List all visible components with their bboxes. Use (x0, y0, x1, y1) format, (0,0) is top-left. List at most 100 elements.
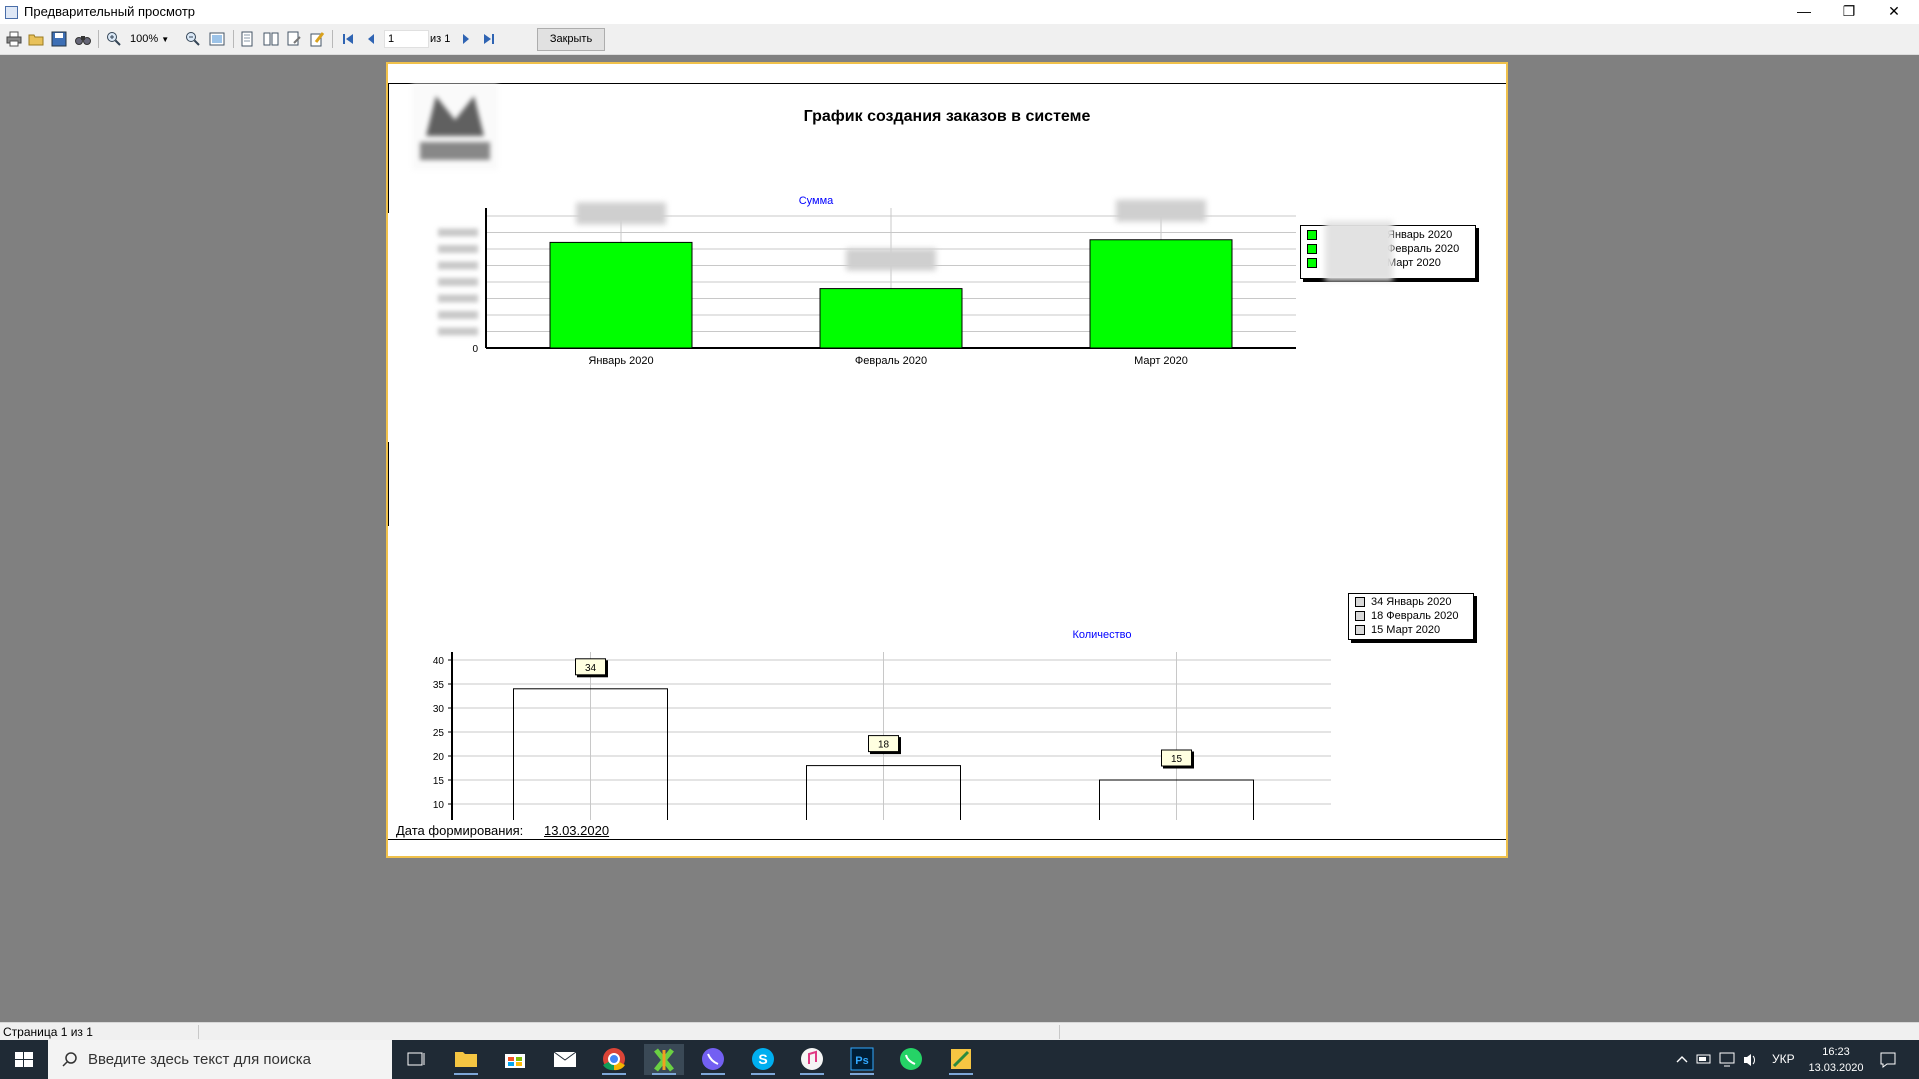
edit-icon[interactable] (309, 31, 325, 47)
search-icon (62, 1052, 77, 1067)
legend-label: 34 Январь 2020 (1371, 596, 1452, 608)
window-title: Предварительный просмотр (24, 4, 196, 19)
report-title: График создания заказов в системе (803, 108, 1091, 125)
viber-icon[interactable] (693, 1044, 733, 1075)
svg-text:Ps: Ps (855, 1055, 868, 1067)
y-tick-label: 10 (433, 800, 445, 811)
svg-text:S: S (758, 1051, 767, 1067)
legend-label: Март 2020 (1387, 257, 1441, 269)
x-tick-label: Март 2020 (1134, 355, 1188, 367)
taskbar-search[interactable]: Введите здесь текст для поиска (48, 1040, 392, 1079)
redacted-tick-label (438, 278, 478, 286)
notifications-icon[interactable] (1876, 1040, 1900, 1079)
legend-swatch (1307, 230, 1317, 241)
status-bar: Страница 1 из 1 (0, 1022, 1919, 1041)
redacted-value-label (1116, 199, 1206, 222)
open-icon[interactable] (28, 31, 44, 47)
report-page: График создания заказов в системе Сумма 0… (386, 62, 1508, 858)
save-icon[interactable] (51, 31, 67, 47)
legend-swatch (1307, 258, 1317, 269)
title-bar: Предварительный просмотр — ❐ ✕ (0, 0, 1919, 24)
clock-time: 16:23 (1822, 1046, 1850, 1058)
y-tick-label: 35 (433, 680, 445, 691)
sum-chart-title: Сумма (799, 195, 834, 207)
find-icon[interactable] (75, 31, 91, 47)
data-label: 34 (585, 663, 597, 674)
close-window-button[interactable]: ✕ (1871, 0, 1917, 24)
one-page-icon[interactable] (239, 31, 255, 47)
page-count: из 1 (430, 33, 451, 45)
legend-swatch (1307, 244, 1317, 255)
clock-date: 13.03.2020 (1808, 1062, 1864, 1074)
company-logo (412, 84, 498, 170)
zoom-out-icon[interactable] (185, 31, 201, 47)
redacted-tick-label (438, 311, 478, 319)
data-label: 18 (878, 740, 890, 751)
taskbar: Введите здесь текст для поиска S Ps УКР … (0, 1040, 1919, 1079)
y-tick-label: 40 (433, 656, 445, 667)
fit-page-icon[interactable] (209, 31, 225, 47)
legend-item: 34 Январь 2020 (1355, 596, 1452, 609)
legend-label: Февраль 2020 (1387, 243, 1460, 255)
itunes-icon[interactable] (792, 1044, 832, 1075)
next-page-icon[interactable] (458, 31, 474, 47)
volume-icon[interactable] (1740, 1040, 1760, 1079)
restore-button[interactable]: ❐ (1826, 0, 1872, 24)
minimize-button[interactable]: — (1781, 0, 1827, 24)
first-page-icon[interactable] (340, 31, 356, 47)
photoshop-icon[interactable]: Ps (842, 1044, 882, 1075)
language-indicator[interactable]: УКР (1772, 1052, 1795, 1066)
quantity-chart-legend: 34 Январь 2020 18 Февраль 2020 15 Март 202… (1348, 593, 1474, 640)
search-placeholder: Введите здесь текст для поиска (88, 1051, 311, 1068)
x-tick-label: Январь 2020 (588, 355, 653, 367)
app-icon-2[interactable] (941, 1044, 981, 1075)
redacted-value-label (846, 248, 936, 271)
chrome-icon[interactable] (594, 1044, 634, 1075)
legend-label: 18 Февраль 2020 (1371, 610, 1459, 622)
quantity-chart-title: Количество (1072, 629, 1131, 641)
windows-start-icon[interactable] (0, 1040, 48, 1079)
task-view-icon[interactable] (396, 1044, 436, 1075)
chevron-up-icon[interactable] (1672, 1040, 1692, 1079)
whatsapp-icon[interactable] (891, 1044, 931, 1075)
store-icon[interactable] (495, 1044, 535, 1075)
legend-item: 15 Март 2020 (1355, 624, 1440, 637)
redacted-tick-label (438, 261, 478, 270)
quantity-chart: Количество051015202530354034Январь 20201… (433, 629, 1331, 820)
page-top-border (388, 83, 1506, 84)
print-icon[interactable] (6, 31, 22, 47)
prev-page-icon[interactable] (363, 31, 379, 47)
mail-icon[interactable] (545, 1044, 585, 1075)
skype-icon[interactable]: S (743, 1044, 783, 1075)
close-preview-button[interactable]: Закрыть (537, 28, 605, 51)
page-setup-icon[interactable] (286, 31, 302, 47)
clock[interactable]: 16:23 13.03.2020 (1805, 1044, 1867, 1076)
y-tick-label: 0 (472, 344, 478, 355)
band-divider (388, 83, 389, 213)
bar (819, 288, 963, 349)
legend-label: 15 Март 2020 (1371, 624, 1441, 636)
data-label: 15 (1171, 754, 1183, 765)
network-icon[interactable] (1717, 1040, 1737, 1079)
two-pages-icon[interactable] (263, 31, 279, 47)
redacted-tick-label (438, 294, 478, 303)
app-active-icon[interactable] (644, 1044, 684, 1075)
status-text: Страница 1 из 1 (3, 1025, 93, 1039)
bar (1089, 239, 1233, 349)
last-page-icon[interactable] (481, 31, 497, 47)
y-tick-label: 25 (433, 728, 445, 739)
sum-chart: Сумма 0 Январь 2020 Февраль 2020 Март 2020 (438, 195, 1296, 367)
zoom-in-icon[interactable] (106, 31, 122, 47)
y-tick-label: 20 (433, 752, 445, 763)
file-explorer-icon[interactable] (446, 1044, 486, 1075)
legend-item: 18 Февраль 2020 (1355, 610, 1459, 623)
redacted-tick-label (438, 327, 478, 336)
battery-icon[interactable] (1694, 1040, 1714, 1079)
legend-swatch (1355, 625, 1365, 636)
toolbar: 100% ▼ 1 из 1 Закрыть (0, 24, 1919, 55)
legend-label: Январь 2020 (1387, 229, 1453, 241)
zoom-select[interactable]: 100% ▼ (130, 30, 176, 48)
footer-date-value: 13.03.2020 (544, 823, 610, 838)
y-tick-label: 30 (433, 704, 445, 715)
page-number-input[interactable]: 1 (384, 30, 429, 48)
